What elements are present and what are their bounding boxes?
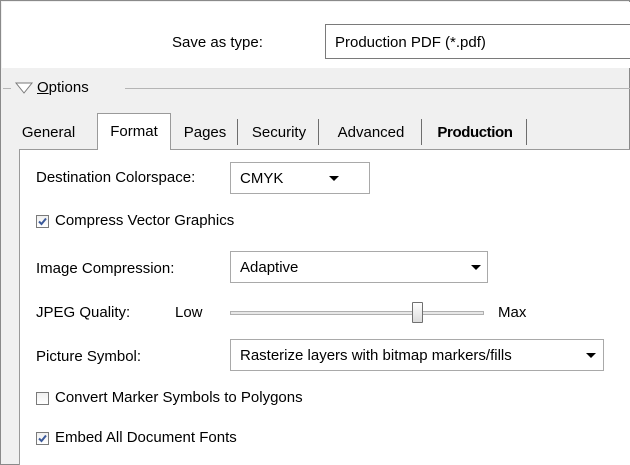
tab-security-label: Security bbox=[251, 124, 307, 141]
options-header[interactable]: Options bbox=[1, 73, 630, 103]
checkmark-icon bbox=[38, 217, 47, 226]
image-compression-label: Image Compression: bbox=[36, 260, 175, 277]
tab-separator bbox=[421, 119, 422, 145]
tab-production-label: Production bbox=[437, 124, 513, 141]
embed-fonts-checkbox[interactable] bbox=[36, 432, 49, 445]
tab-advanced[interactable]: Advanced bbox=[322, 119, 420, 145]
jpeg-quality-slider-track[interactable] bbox=[230, 311, 484, 315]
picture-symbol-value: Rasterize layers with bitmap markers/fil… bbox=[240, 347, 512, 364]
tab-pages-label: Pages bbox=[183, 124, 227, 141]
format-panel: Destination Colorspace: CMYK Compress Ve… bbox=[19, 149, 630, 465]
save-as-type-value: Production PDF (*.pdf) bbox=[335, 34, 486, 51]
tab-separator bbox=[526, 119, 527, 145]
jpeg-quality-low-label: Low bbox=[175, 304, 203, 321]
tab-pages[interactable]: Pages bbox=[174, 119, 236, 145]
save-as-type-select[interactable]: Production PDF (*.pdf) bbox=[325, 24, 630, 59]
compress-vector-label[interactable]: Compress Vector Graphics bbox=[55, 212, 234, 229]
jpeg-quality-max-label: Max bbox=[498, 304, 527, 321]
tab-format[interactable]: Format bbox=[97, 113, 171, 150]
options-divider-right bbox=[125, 88, 630, 89]
jpeg-quality-slider-thumb[interactable] bbox=[412, 302, 424, 323]
options-divider-left bbox=[3, 88, 11, 89]
tab-separator bbox=[237, 119, 238, 145]
colorspace-value: CMYK bbox=[240, 170, 284, 187]
export-dialog: Save as type: Production PDF (*.pdf) Opt… bbox=[0, 0, 630, 465]
tab-production[interactable]: Production bbox=[425, 119, 525, 145]
convert-marker-label[interactable]: Convert Marker Symbols to Polygons bbox=[55, 389, 303, 406]
options-label-rest: ptions bbox=[48, 79, 89, 96]
image-compression-value: Adaptive bbox=[240, 259, 299, 276]
embed-fonts-label[interactable]: Embed All Document Fonts bbox=[55, 429, 237, 446]
jpeg-quality-label: JPEG Quality: bbox=[36, 304, 131, 321]
chevron-down-icon bbox=[471, 265, 481, 270]
picture-symbol-select[interactable]: Rasterize layers with bitmap markers/fil… bbox=[230, 339, 604, 371]
tab-format-label: Format bbox=[110, 123, 158, 140]
convert-marker-checkbox[interactable] bbox=[36, 392, 49, 405]
options-label[interactable]: Options bbox=[37, 79, 89, 96]
image-compression-select[interactable]: Adaptive bbox=[230, 251, 488, 283]
chevron-down-icon bbox=[329, 176, 339, 181]
colorspace-label: Destination Colorspace: bbox=[36, 169, 196, 186]
colorspace-select[interactable]: CMYK bbox=[230, 162, 370, 194]
tab-general[interactable]: General bbox=[10, 119, 87, 145]
collapse-arrow-icon[interactable] bbox=[14, 80, 34, 96]
tab-strip: General Format Pages Security Advanced P… bbox=[1, 113, 630, 150]
checkmark-icon bbox=[38, 434, 47, 443]
tab-security[interactable]: Security bbox=[241, 119, 317, 145]
save-as-type-label: Save as type: bbox=[172, 34, 263, 51]
tab-advanced-label: Advanced bbox=[337, 124, 405, 141]
chevron-down-icon bbox=[586, 353, 596, 358]
tab-separator bbox=[318, 119, 319, 145]
compress-vector-checkbox[interactable] bbox=[36, 215, 49, 228]
picture-symbol-label: Picture Symbol: bbox=[36, 348, 142, 365]
tab-general-label: General bbox=[21, 124, 76, 141]
options-label-mnemonic: O bbox=[37, 79, 49, 96]
